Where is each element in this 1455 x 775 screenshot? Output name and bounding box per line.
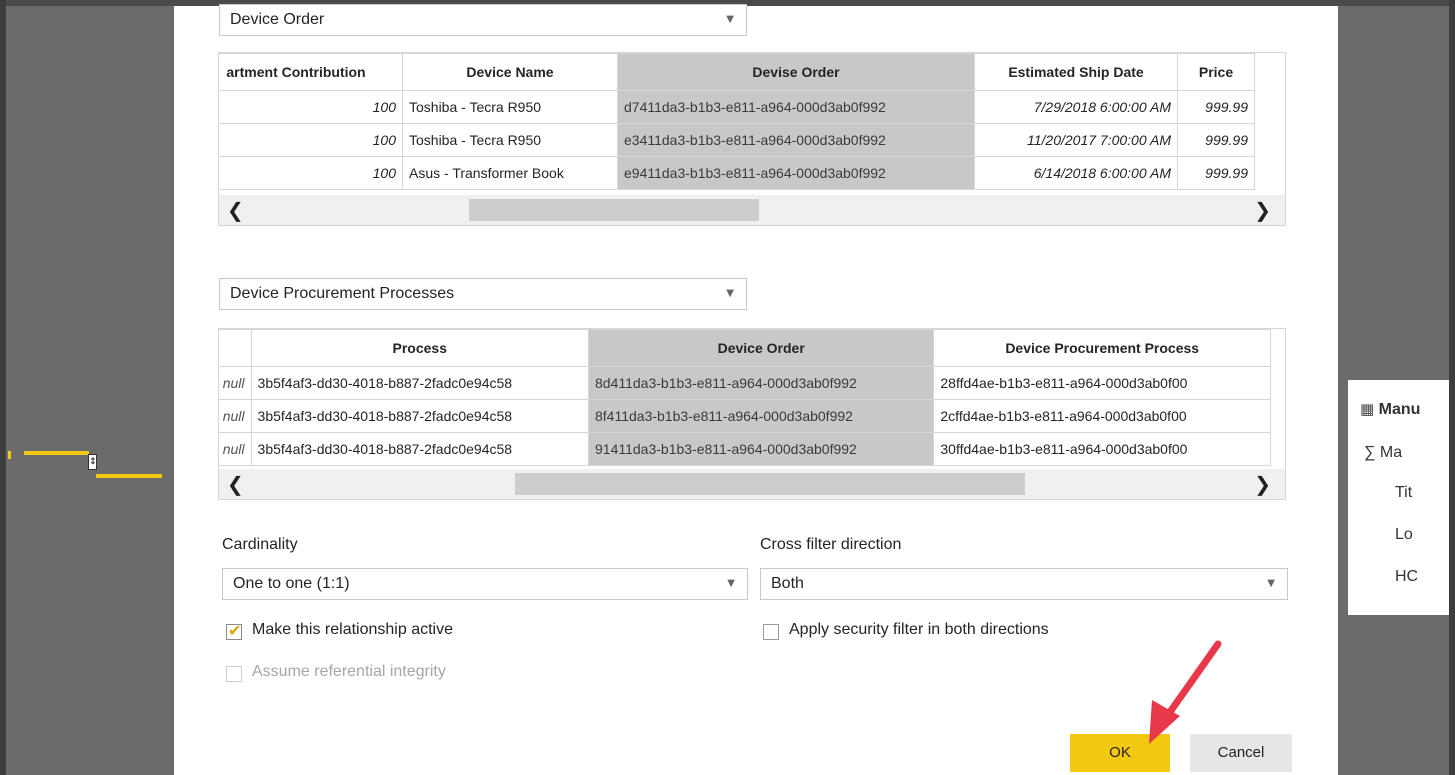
table-cell: 999.99 (1177, 156, 1255, 190)
referential-integrity-checkbox[interactable] (226, 666, 242, 682)
table-cell: 28ffd4ae-b1b3-e811-a964-000d3ab0f00 (933, 366, 1271, 400)
scrollbar-thumb[interactable] (515, 473, 1025, 495)
cardinality-label: Cardinality (222, 536, 298, 553)
background-field-2[interactable]: Tit (1395, 484, 1412, 502)
table-cell: e9411da3-b1b3-e811-a964-000d3ab0f992 (617, 156, 975, 190)
table-row: null 3b5f4af3-dd30-4018-b887-2fadc0e94c5… (219, 399, 1271, 433)
top-table-dropdown-value: Device Order (230, 11, 325, 28)
relationship-line-segment[interactable] (24, 451, 89, 455)
table-cell: 3b5f4af3-dd30-4018-b887-2fadc0e94c58 (250, 432, 590, 466)
canvas-backdrop-left (6, 6, 174, 775)
column-header-selected[interactable]: Device Order (587, 329, 935, 367)
top-preview-table: artment Contribution Device Name Devise … (219, 53, 1255, 190)
column-header[interactable] (219, 329, 252, 367)
scroll-left-icon[interactable]: ❮ (227, 195, 244, 225)
table-cell: 100 (219, 90, 403, 124)
table-icon: ▦ (1360, 400, 1375, 418)
table-row: 100 Asus - Transformer Book e9411da3-b1b… (219, 156, 1255, 190)
table-cell: 7/29/2018 6:00:00 AM (974, 90, 1178, 124)
background-field-4[interactable]: HC (1395, 568, 1418, 586)
relationship-line-segment-2[interactable] (96, 474, 162, 478)
relationship-handle-icon[interactable]: ⇕ (88, 454, 97, 470)
background-field-3[interactable]: Lo (1395, 526, 1413, 544)
top-table-dropdown[interactable]: Device Order ▼ (219, 4, 747, 36)
table-cell: 3b5f4af3-dd30-4018-b887-2fadc0e94c58 (250, 366, 590, 400)
active-relationship-label[interactable]: Make this relationship active (252, 621, 453, 639)
ok-button[interactable]: OK (1070, 734, 1170, 772)
window-frame-left (0, 0, 6, 775)
scroll-left-icon[interactable]: ❮ (227, 469, 244, 499)
column-header[interactable]: Device Name (402, 53, 618, 91)
bottom-preview-table: Process Device Order Device Procurement … (219, 329, 1271, 466)
security-filter-label[interactable]: Apply security filter in both directions (789, 621, 1049, 639)
column-header[interactable]: Process (250, 329, 590, 367)
bottom-table-dropdown-value: Device Procurement Processes (230, 285, 455, 302)
sigma-icon: ∑ (1364, 444, 1376, 461)
cardinality-dropdown[interactable]: One to one (1:1) ▼ (222, 568, 748, 600)
table-row: null 3b5f4af3-dd30-4018-b887-2fadc0e94c5… (219, 432, 1271, 466)
table-cell: 100 (219, 123, 403, 157)
background-table-header: ▦ Manu (1360, 400, 1420, 419)
security-filter-checkbox[interactable] (763, 624, 779, 640)
table-cell: Asus - Transformer Book (402, 156, 618, 190)
table-cell: null (219, 399, 252, 433)
horizontal-scrollbar[interactable]: ❮ ❯ (219, 469, 1285, 499)
column-header-selected[interactable]: Devise Order (617, 53, 975, 91)
table-cell: 8f411da3-b1b3-e811-a964-000d3ab0f992 (587, 399, 935, 433)
background-table-title: Manu (1378, 401, 1421, 418)
table-row: 100 Toshiba - Tecra R950 d7411da3-b1b3-e… (219, 90, 1255, 124)
table-cell: d7411da3-b1b3-e811-a964-000d3ab0f992 (617, 90, 975, 124)
active-relationship-checkbox[interactable]: ✔ (226, 621, 242, 640)
table-cell: e3411da3-b1b3-e811-a964-000d3ab0f992 (617, 123, 975, 157)
relationship-line[interactable] (8, 451, 11, 459)
scroll-right-icon[interactable]: ❯ (1254, 195, 1271, 225)
chevron-down-icon: ▼ (726, 14, 734, 25)
table-cell: 6/14/2018 6:00:00 AM (974, 156, 1178, 190)
column-header[interactable]: Estimated Ship Date (974, 53, 1178, 91)
bottom-table-preview: Process Device Order Device Procurement … (218, 328, 1286, 500)
table-cell: null (219, 366, 252, 400)
edit-relationship-dialog: Device Order ▼ artment Contribution Devi… (174, 4, 1338, 775)
horizontal-scrollbar[interactable]: ❮ ❯ (219, 195, 1285, 225)
table-cell: 8d411da3-b1b3-e811-a964-000d3ab0f992 (587, 366, 935, 400)
chevron-down-icon: ▼ (726, 288, 734, 299)
table-cell: 3b5f4af3-dd30-4018-b887-2fadc0e94c58 (250, 399, 590, 433)
cross-filter-value: Both (771, 575, 804, 592)
background-field-1[interactable]: ∑ Ma (1364, 444, 1402, 462)
table-cell: 91411da3-b1b3-e811-a964-000d3ab0f992 (587, 432, 935, 466)
top-table-preview: artment Contribution Device Name Devise … (218, 52, 1286, 226)
table-cell: 11/20/2017 7:00:00 AM (974, 123, 1178, 157)
table-row: null 3b5f4af3-dd30-4018-b887-2fadc0e94c5… (219, 366, 1271, 400)
chevron-down-icon: ▼ (1267, 578, 1275, 589)
window-frame-right (1449, 0, 1455, 775)
referential-integrity-label[interactable]: Assume referential integrity (252, 663, 446, 681)
chevron-down-icon: ▼ (727, 578, 735, 589)
table-cell: Toshiba - Tecra R950 (402, 90, 618, 124)
table-row: 100 Toshiba - Tecra R950 e3411da3-b1b3-e… (219, 123, 1255, 157)
table-cell: 2cffd4ae-b1b3-e811-a964-000d3ab0f00 (933, 399, 1271, 433)
table-cell: Toshiba - Tecra R950 (402, 123, 618, 157)
table-cell: 30ffd4ae-b1b3-e811-a964-000d3ab0f00 (933, 432, 1271, 466)
background-table-card[interactable]: ▦ Manu ∑ Ma Tit Lo HC (1348, 380, 1449, 615)
column-header[interactable]: Price (1177, 53, 1255, 91)
column-header[interactable]: Device Procurement Process (933, 329, 1271, 367)
table-cell: null (219, 432, 252, 466)
cross-filter-dropdown[interactable]: Both ▼ (760, 568, 1288, 600)
cancel-button[interactable]: Cancel (1190, 734, 1292, 772)
table-cell: 999.99 (1177, 90, 1255, 124)
checkmark-icon: ✔ (228, 621, 242, 640)
scrollbar-thumb[interactable] (469, 199, 759, 221)
table-cell: 100 (219, 156, 403, 190)
scroll-right-icon[interactable]: ❯ (1254, 469, 1271, 499)
bottom-table-dropdown[interactable]: Device Procurement Processes ▼ (219, 278, 747, 310)
cross-filter-label: Cross filter direction (760, 536, 902, 553)
cardinality-value: One to one (1:1) (233, 575, 350, 592)
column-header[interactable]: artment Contribution (219, 53, 403, 91)
table-cell: 999.99 (1177, 123, 1255, 157)
